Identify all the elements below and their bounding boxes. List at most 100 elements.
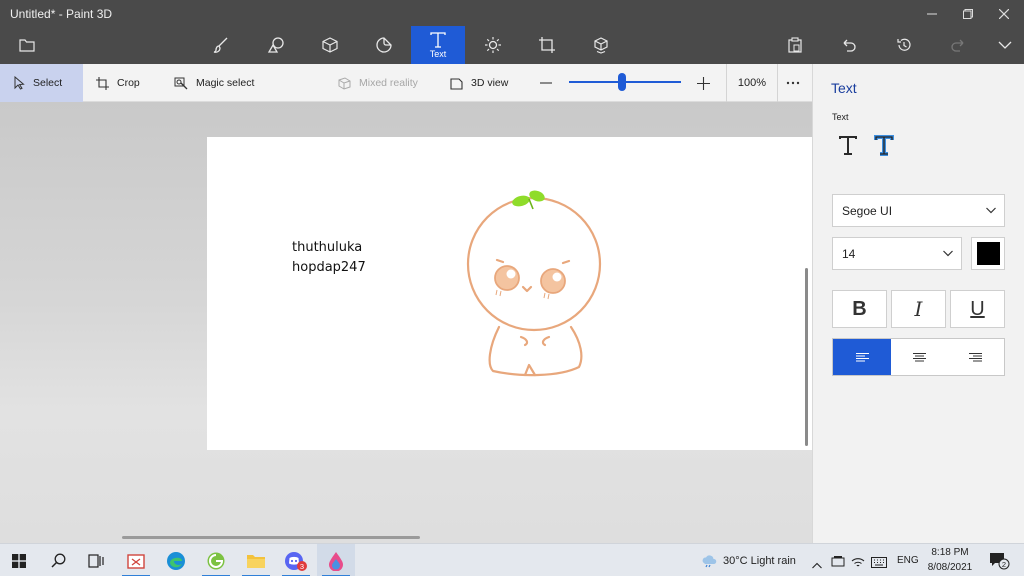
green-sprout <box>512 190 545 210</box>
taskbar-discord[interactable]: 3 <box>277 544 315 576</box>
zoom-slider-thumb[interactable] <box>617 73 626 91</box>
zoom-in-button[interactable] <box>697 64 718 102</box>
canvas-text-line: hopdap247 <box>292 260 366 275</box>
tool-3d-library[interactable] <box>574 26 628 64</box>
tray-overflow-chevron-icon[interactable] <box>812 556 822 574</box>
taskbar-paint-3d[interactable] <box>317 544 355 576</box>
maximize-icon <box>963 9 973 19</box>
taskbar-file-explorer[interactable] <box>237 544 275 576</box>
horizontal-scrollbar[interactable] <box>122 536 420 539</box>
canvas-text-line: thuthuluka <box>292 240 363 255</box>
window-title: Untitled* - Paint 3D <box>10 7 113 21</box>
folder-icon <box>19 39 35 52</box>
tool-stickers[interactable] <box>357 26 411 64</box>
taskbar-snipping-tool[interactable] <box>117 544 155 576</box>
undo-button[interactable] <box>822 26 876 64</box>
text-color-button[interactable] <box>971 237 1005 270</box>
bold-button[interactable]: B <box>832 290 887 328</box>
weather-icon[interactable] <box>701 554 717 573</box>
minimize-button[interactable] <box>914 0 950 28</box>
clock-time[interactable]: 8:18 PM <box>926 547 974 558</box>
3d-text-icon <box>874 135 894 156</box>
drawing-canvas[interactable]: thuthuluka hopdap247 <box>207 137 812 450</box>
tool-3d-shapes[interactable] <box>303 26 357 64</box>
expand-button[interactable] <box>978 26 1024 64</box>
zoom-percentage[interactable]: 100% <box>726 64 778 102</box>
close-icon <box>999 9 1009 19</box>
3d-library-icon <box>594 37 608 54</box>
vertical-scrollbar[interactable] <box>805 268 808 446</box>
underline-button[interactable]: U <box>950 290 1005 328</box>
wifi-icon[interactable] <box>851 555 865 573</box>
tool-2d-shapes[interactable] <box>249 26 303 64</box>
close-button[interactable] <box>986 0 1022 28</box>
select-button[interactable]: Select <box>0 64 83 102</box>
clock-date[interactable]: 8/08/2021 <box>924 562 976 573</box>
3d-text-button[interactable] <box>873 134 897 158</box>
tool-text[interactable]: Text <box>411 26 465 64</box>
alignment-group <box>832 338 1005 376</box>
3d-cube-icon <box>322 37 338 53</box>
tool-effects[interactable] <box>466 26 520 64</box>
align-center-button[interactable] <box>891 339 947 375</box>
panel-title: Text <box>831 80 857 96</box>
history-icon <box>897 38 911 51</box>
taskbar-greenshot[interactable] <box>197 544 235 576</box>
history-button[interactable] <box>877 26 931 64</box>
font-size-dropdown[interactable]: 14 <box>832 237 962 270</box>
task-view-button[interactable] <box>77 544 115 576</box>
windows-taskbar: 3 30°C Light rain ENG 8:18 PM 8/08/2021 … <box>0 543 1024 576</box>
brush-icon <box>213 37 228 53</box>
text-icon <box>430 31 446 48</box>
magic-select-button[interactable]: Magic select <box>174 64 254 102</box>
crop-icon <box>96 76 109 90</box>
paint-3d-icon <box>329 551 343 571</box>
task-view-icon <box>88 553 104 568</box>
maximize-button[interactable] <box>950 0 986 28</box>
text-side-panel: Text Text Segoe UI 14 B I U <box>812 64 1024 543</box>
select-label: Select <box>33 77 63 89</box>
more-options-button[interactable] <box>786 64 808 102</box>
snipping-tool-icon <box>127 553 145 569</box>
menu-button[interactable] <box>0 26 54 64</box>
align-right-button[interactable] <box>948 339 1004 375</box>
keyboard-icon[interactable] <box>871 555 887 573</box>
tool-brushes[interactable] <box>194 26 248 64</box>
weather-text[interactable]: 30°C Light rain <box>723 555 796 567</box>
discord-icon: 3 <box>285 551 307 571</box>
font-family-value: Segoe UI <box>842 203 893 218</box>
align-center-icon <box>912 352 926 361</box>
tool-canvas[interactable] <box>520 26 574 64</box>
zoom-out-button[interactable] <box>540 64 560 102</box>
2d-text-icon <box>839 136 857 155</box>
2d-shapes-icon <box>267 37 284 53</box>
zoom-out-icon <box>540 82 552 84</box>
edge-icon <box>167 551 185 570</box>
notification-count: 2 <box>1002 560 1006 569</box>
mixed-reality-button[interactable]: Mixed reality <box>337 64 418 102</box>
undo-icon <box>843 39 856 52</box>
start-button[interactable] <box>0 544 38 576</box>
paste-button[interactable] <box>768 26 822 64</box>
canvas-text-box[interactable]: thuthuluka hopdap247 <box>292 238 366 278</box>
2d-text-button[interactable] <box>837 134 861 158</box>
tool-text-label: Text <box>429 48 447 59</box>
file-explorer-icon <box>247 554 265 568</box>
align-left-button[interactable] <box>833 339 892 375</box>
tray-app-icon[interactable] <box>831 555 845 573</box>
title-bar: Untitled* - Paint 3D Text <box>0 0 1024 64</box>
redo-button[interactable] <box>931 26 985 64</box>
taskbar-edge[interactable] <box>157 544 195 576</box>
character-drawing[interactable] <box>459 187 619 387</box>
effects-icon <box>485 37 501 53</box>
font-family-dropdown[interactable]: Segoe UI <box>832 194 1005 227</box>
action-center-button[interactable]: 2 <box>989 552 1011 575</box>
3d-view-button[interactable]: 3D view <box>449 64 508 102</box>
align-right-icon <box>969 352 983 361</box>
search-button[interactable] <box>39 544 77 576</box>
paste-icon <box>788 37 802 53</box>
crop-button[interactable]: Crop <box>96 64 140 102</box>
italic-button[interactable]: I <box>891 290 946 328</box>
cursor-select-icon <box>14 76 25 90</box>
input-language[interactable]: ENG <box>897 555 919 566</box>
